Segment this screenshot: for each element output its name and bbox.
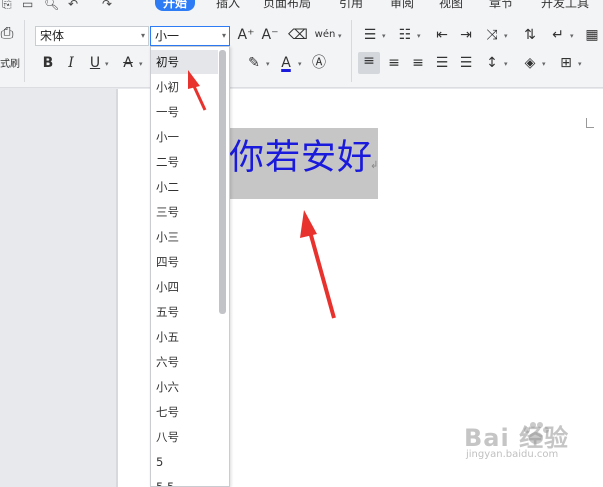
dropdown-scrollbar[interactable]	[219, 50, 226, 314]
chevron-down-icon[interactable]: ▾	[542, 60, 546, 68]
font-size-dropdown[interactable]: 初号 小初 一号 小一 二号 小二 三号 小三 四号 小四 五号 小五 六号 小六 七号 八号 5 5.5	[150, 46, 230, 487]
sort-icon[interactable]: ⇅	[520, 26, 540, 44]
tab-section[interactable]: 章节	[489, 0, 513, 11]
grow-font-icon[interactable]: A⁺	[236, 26, 256, 44]
page-corner-mark	[586, 118, 594, 128]
font-size-option[interactable]: 小初	[151, 75, 218, 99]
watermark-url: jingyan.baidu.com	[466, 449, 559, 460]
line-spacing-icon[interactable]: ↕	[482, 54, 502, 72]
shading-icon[interactable]: ◈	[520, 54, 540, 72]
borders-icon[interactable]: ⊞	[556, 54, 576, 72]
format-painter-icon[interactable]: ⎙	[0, 24, 14, 42]
format-painter-label[interactable]: 式刷	[0, 56, 20, 74]
clear-format-icon[interactable]: ⌫	[288, 26, 308, 44]
font-size-option[interactable]: 5	[151, 450, 218, 474]
tab-developer[interactable]: 开发工具	[541, 0, 589, 11]
bullet-list-icon[interactable]: ☰	[360, 26, 380, 44]
font-size-option[interactable]: 四号	[151, 250, 218, 274]
chevron-down-icon[interactable]: ▾	[266, 60, 270, 68]
tab-view[interactable]: 视图	[439, 0, 463, 11]
strikethrough-button[interactable]: A	[120, 54, 136, 72]
chevron-down-icon[interactable]: ▾	[382, 32, 386, 40]
chevron-down-icon[interactable]: ▾	[504, 32, 508, 40]
font-size-option[interactable]: 三号	[151, 200, 218, 224]
align-right-button[interactable]: ≡	[408, 54, 428, 72]
font-size-option[interactable]: 六号	[151, 350, 218, 374]
undo-icon[interactable]: ↶	[68, 0, 78, 11]
font-size-option[interactable]: 小四	[151, 275, 218, 299]
text-direction-icon[interactable]: ⤨	[482, 26, 502, 44]
chevron-down-icon[interactable]: ▾	[139, 60, 143, 68]
font-size-option[interactable]: 五号	[151, 300, 218, 324]
font-size-option[interactable]: 一号	[151, 100, 218, 124]
font-size-option[interactable]: 小三	[151, 225, 218, 249]
font-size-value: 小一	[155, 29, 180, 43]
chevron-down-icon[interactable]: ▾	[570, 32, 574, 40]
shrink-font-icon[interactable]: A⁻	[260, 26, 280, 44]
wps-writer-window: ⎘ ▭ 🔍︎ ↶ ↷ 开始 插入 页面布局 引用 审阅 视图 章节 开发工具 ⎙…	[0, 0, 603, 487]
tab-insert[interactable]: 插入	[216, 0, 240, 11]
tab-start[interactable]: 开始	[155, 0, 196, 11]
chevron-down-icon[interactable]: ▾	[298, 60, 302, 68]
print-preview-icon[interactable]: 🔍︎	[44, 0, 59, 11]
font-size-option[interactable]: 二号	[151, 150, 218, 174]
font-size-option[interactable]: 小二	[151, 175, 218, 199]
justify-button[interactable]: ☰	[432, 54, 452, 72]
distribute-button[interactable]: ☰	[456, 54, 476, 72]
underline-button[interactable]: U	[87, 54, 103, 72]
chevron-down-icon[interactable]: ▾	[105, 60, 109, 68]
font-size-option[interactable]: 小五	[151, 325, 218, 349]
print-icon[interactable]: ▭	[22, 0, 33, 11]
tab-page-layout[interactable]: 页面布局	[263, 0, 311, 11]
paw-icon	[524, 422, 549, 444]
font-color-button[interactable]: A	[277, 54, 295, 72]
chevron-down-icon[interactable]: ▾	[338, 32, 342, 40]
chevron-down-icon[interactable]: ▾	[141, 27, 145, 45]
font-size-option[interactable]: 小一	[151, 125, 218, 149]
align-center-button[interactable]: ≡	[384, 54, 404, 72]
font-name-select[interactable]: 宋体 ▾	[35, 26, 149, 46]
font-size-option[interactable]: 5.5	[151, 475, 218, 486]
char-border-icon[interactable]: Ⓐ	[310, 54, 328, 72]
align-left-button[interactable]: ≡	[358, 52, 380, 74]
decrease-indent-icon[interactable]: ⇤	[432, 26, 452, 44]
font-size-option[interactable]: 小六	[151, 375, 218, 399]
paragraph-mark: ↲	[370, 160, 379, 171]
font-size-option[interactable]: 八号	[151, 425, 218, 449]
numbered-list-icon[interactable]: ☷	[395, 26, 415, 44]
ribbon-tab-bar: ⎘ ▭ 🔍︎ ↶ ↷ 开始 插入 页面布局 引用 审阅 视图 章节 开发工具	[0, 0, 603, 12]
paragraph-mark-icon[interactable]: ↵	[548, 26, 568, 44]
increase-indent-icon[interactable]: ⇥	[456, 26, 476, 44]
phonetic-guide-icon[interactable]: wén	[313, 26, 337, 44]
chevron-down-icon[interactable]: ▾	[417, 32, 421, 40]
font-size-select[interactable]: 小一 ▾	[150, 26, 230, 46]
font-size-option[interactable]: 初号	[151, 50, 218, 74]
bold-button[interactable]: B	[40, 54, 56, 72]
italic-button[interactable]: I	[63, 54, 79, 72]
watermark-logo: Bai 经验	[464, 424, 570, 452]
highlight-icon[interactable]: ✎	[244, 54, 264, 72]
chevron-down-icon[interactable]: ▾	[504, 60, 508, 68]
divider	[351, 20, 352, 82]
chevron-down-icon[interactable]: ▾	[222, 27, 226, 45]
tab-references[interactable]: 引用	[339, 0, 363, 11]
ribbon-home: ⎙ 式刷 宋体 ▾ 小一 ▾ A⁺ A⁻ ⌫ wén ▾ B I U ▾ A ▾…	[0, 12, 603, 88]
open-icon[interactable]: ⎘	[2, 0, 12, 12]
document-text[interactable]: 你若安好	[229, 133, 373, 183]
font-name-value: 宋体	[40, 29, 65, 43]
table-grid-icon[interactable]: ▦	[582, 26, 602, 44]
font-size-option[interactable]: 七号	[151, 400, 218, 424]
redo-icon[interactable]: ↷	[102, 0, 112, 11]
divider	[24, 20, 25, 82]
tab-review[interactable]: 审阅	[390, 0, 414, 11]
chevron-down-icon[interactable]: ▾	[578, 60, 582, 68]
